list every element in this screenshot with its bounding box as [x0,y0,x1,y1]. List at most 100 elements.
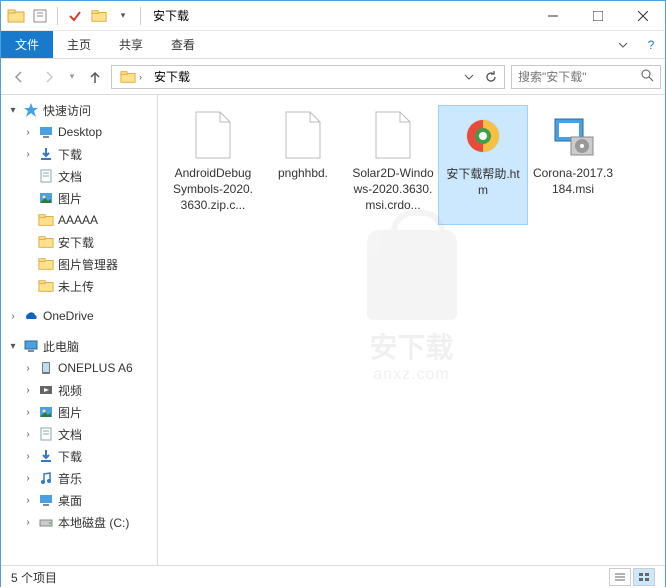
status-count: 5 个项目 [11,569,57,586]
main: ▾快速访问 ›Desktop ›下载 ›文档 ›图片 ›AAAAA ›安下载 ›… [1,95,665,565]
forward-button[interactable] [35,63,63,91]
sidebar-downloads[interactable]: ›下载 [1,143,157,165]
sidebar-desktop2[interactable]: ›桌面 [1,489,157,511]
sidebar-desktop[interactable]: ›Desktop [1,121,157,143]
history-dropdown-icon[interactable]: ▾ [65,63,79,91]
label: 桌面 [58,492,82,509]
sidebar-picmgr[interactable]: ›图片管理器 [1,253,157,275]
label: 图片 [58,190,82,207]
file-item[interactable]: AndroidDebugSymbols-2020.3630.zip.c... [168,105,258,225]
navbar: ▾ › 安下载 [1,59,665,95]
ribbon-spacer [209,31,609,58]
thispc-icon [22,337,40,355]
search-icon[interactable] [641,69,654,85]
back-button[interactable] [5,63,33,91]
folder-icon [37,233,55,251]
sidebar-onedrive[interactable]: ›OneDrive [1,305,157,327]
ribbon-tab-view[interactable]: 查看 [157,31,209,58]
window-controls [530,1,665,31]
maximize-button[interactable] [575,1,620,31]
address-crumb[interactable]: 安下载 [148,66,196,88]
file-label: 安下载帮助.htm [443,166,523,198]
label: AAAAA [58,213,98,227]
sidebar-thispc[interactable]: ▾此电脑 [1,335,157,357]
label: 未上传 [58,278,94,295]
icons-view-button[interactable] [633,568,655,586]
sidebar-oneplus[interactable]: ›ONEPLUS A6 [1,357,157,379]
ribbon-tab-file[interactable]: 文件 [1,31,53,58]
ribbon-tab-share[interactable]: 共享 [105,31,157,58]
sidebar-documents2[interactable]: ›文档 [1,423,157,445]
picture-icon [37,189,55,207]
address-crumb-label: 安下载 [154,68,190,85]
help-icon[interactable]: ? [637,31,665,58]
separator [140,7,141,25]
sidebar-downloads2[interactable]: ›下载 [1,445,157,467]
star-icon [22,101,40,119]
label: 快速访问 [43,102,91,119]
msi-file-icon [547,109,599,161]
onedrive-icon [22,307,40,325]
statusbar: 5 个项目 [1,565,665,588]
sidebar-pictures[interactable]: ›图片 [1,187,157,209]
search-input[interactable] [518,70,637,84]
folder-icon [37,277,55,295]
ribbon-expand-icon[interactable] [609,31,637,58]
blank-file-icon [367,109,419,161]
label: 音乐 [58,470,82,487]
label: 此电脑 [43,338,79,355]
ribbon-tab-home[interactable]: 主页 [53,31,105,58]
file-item[interactable]: Solar2D-Windows-2020.3630.msi.crdo... [348,105,438,225]
sidebar[interactable]: ▾快速访问 ›Desktop ›下载 ›文档 ›图片 ›AAAAA ›安下载 ›… [1,95,158,565]
check-icon[interactable] [64,5,86,27]
label: 下载 [58,448,82,465]
folder-icon[interactable] [5,5,27,27]
sidebar-pictures2[interactable]: ›图片 [1,401,157,423]
ribbon: 文件 主页 共享 查看 ? [1,31,665,59]
address-folder-icon[interactable]: › [114,66,148,88]
file-item[interactable]: pnghhbd. [258,105,348,225]
sidebar-anxz[interactable]: ›安下载 [1,231,157,253]
sidebar-notuploaded[interactable]: ›未上传 [1,275,157,297]
content-pane[interactable]: 安下载 anxz.com AndroidDebugSymbols-2020.36… [158,95,665,565]
folder-icon [37,255,55,273]
label: 视频 [58,382,82,399]
file-label: pnghhbd. [278,165,328,181]
sidebar-localdisk[interactable]: ›本地磁盘 (C:) [1,511,157,533]
label: 图片 [58,404,82,421]
sidebar-quick-access[interactable]: ▾快速访问 [1,99,157,121]
sidebar-videos[interactable]: ›视频 [1,379,157,401]
document-icon [37,167,55,185]
qat-dropdown-icon[interactable]: ▾ [112,5,134,27]
folder-icon [37,211,55,229]
download-icon [37,145,55,163]
music-icon [37,469,55,487]
search-box[interactable] [511,65,661,89]
address-bar[interactable]: › 安下载 [111,65,505,89]
label: 本地磁盘 (C:) [58,514,129,531]
separator [57,7,58,25]
file-item[interactable]: Corona-2017.3184.msi [528,105,618,225]
details-view-button[interactable] [609,568,631,586]
phone-icon [37,359,55,377]
refresh-button[interactable] [480,66,502,88]
address-dropdown-icon[interactable] [458,66,480,88]
up-button[interactable] [81,63,109,91]
label: 图片管理器 [58,256,118,273]
drive-icon [37,513,55,531]
properties-icon[interactable] [29,5,51,27]
minimize-button[interactable] [530,1,575,31]
view-buttons [609,568,655,586]
sidebar-music[interactable]: ›音乐 [1,467,157,489]
file-label: Corona-2017.3184.msi [532,165,614,197]
folder-small-icon[interactable] [88,5,110,27]
file-item[interactable]: 安下载帮助.htm [438,105,528,225]
download-icon [37,447,55,465]
sidebar-documents[interactable]: ›文档 [1,165,157,187]
label: ONEPLUS A6 [58,361,133,375]
watermark-text2: anxz.com [367,366,457,384]
label: 文档 [58,426,82,443]
file-label: Solar2D-Windows-2020.3630.msi.crdo... [352,165,434,213]
sidebar-aaaaa[interactable]: ›AAAAA [1,209,157,231]
close-button[interactable] [620,1,665,31]
